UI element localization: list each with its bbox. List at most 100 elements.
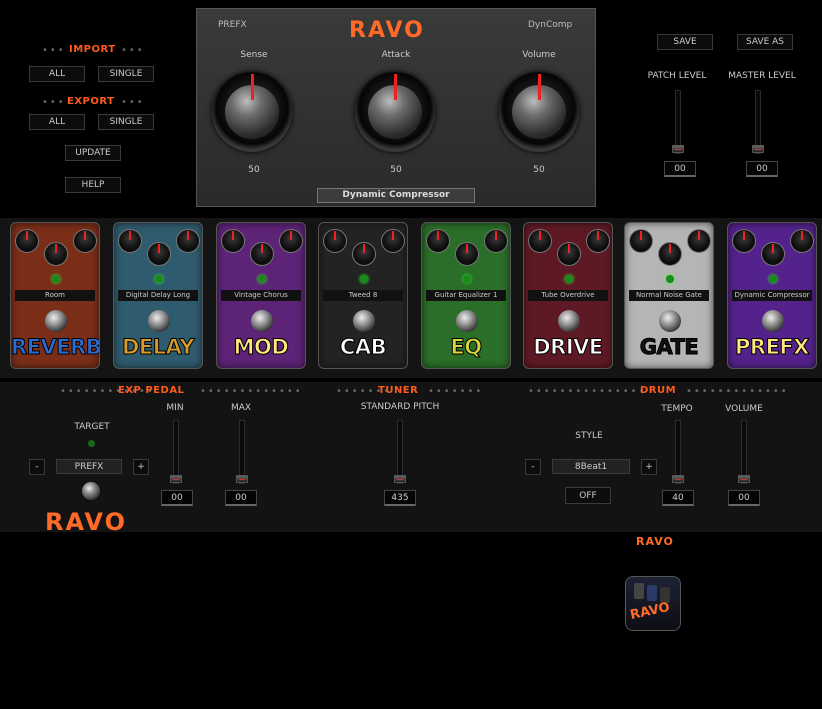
export-single-button[interactable]: SINGLE	[98, 114, 154, 130]
min-slider[interactable]	[170, 420, 182, 484]
style-next-button[interactable]: +	[641, 459, 657, 475]
max-thumb[interactable]	[236, 475, 248, 483]
pedal-footswitch-icon[interactable]	[762, 310, 784, 332]
target-next-button[interactable]: +	[133, 459, 149, 475]
drum-volume-slider[interactable]	[738, 420, 750, 484]
export-label: EXPORT	[67, 96, 115, 107]
pedal-preset-name: Vintage Chorus	[221, 290, 301, 301]
pedal-footswitch-icon[interactable]	[148, 310, 170, 332]
pedal-knob-left[interactable]	[732, 229, 756, 253]
tempo-value[interactable]: 40	[662, 490, 694, 506]
tempo-thumb[interactable]	[672, 475, 684, 483]
master-level-slider[interactable]	[752, 90, 764, 154]
export-dots-right: •••	[121, 97, 145, 108]
max-label: MAX	[230, 403, 252, 413]
volume-label: VOLUME	[725, 404, 763, 414]
pedal-cab[interactable]: Tweed 8 CAB	[318, 222, 408, 369]
pedal-gate[interactable]: Normal Noise Gate GATE	[624, 222, 714, 369]
pedal-prefx[interactable]: Dynamic Compressor PREFX	[727, 222, 817, 369]
import-dots-left: •••	[42, 45, 66, 56]
pitch-slider[interactable]	[394, 420, 406, 484]
target-select[interactable]: PREFX	[56, 459, 122, 474]
pedal-knob-right[interactable]	[586, 229, 610, 253]
pedal-knob-left[interactable]	[426, 229, 450, 253]
min-thumb[interactable]	[170, 475, 182, 483]
pedal-knob-center[interactable]	[44, 242, 68, 266]
pedal-knob-right[interactable]	[484, 229, 508, 253]
patch-level-value[interactable]: 00	[664, 161, 696, 177]
patch-level-thumb[interactable]	[672, 145, 684, 153]
app-icon[interactable]: RAVO	[625, 576, 681, 631]
tempo-slider[interactable]	[672, 420, 684, 484]
volume-knob[interactable]	[499, 72, 579, 152]
pedal-title: EQ	[450, 335, 483, 360]
attack-knob[interactable]	[355, 72, 435, 152]
pitch-value[interactable]: 435	[384, 490, 416, 506]
app-icon-pedal-2	[647, 585, 657, 601]
pedal-knob-center[interactable]	[250, 242, 274, 266]
patch-level-slider[interactable]	[672, 90, 684, 154]
import-single-button[interactable]: SINGLE	[98, 66, 154, 82]
pedal-knob-right[interactable]	[73, 229, 97, 253]
max-value[interactable]: 00	[225, 490, 257, 506]
pedal-knob-left[interactable]	[323, 229, 347, 253]
pedal-knob-left[interactable]	[15, 229, 39, 253]
master-level-thumb[interactable]	[752, 145, 764, 153]
pedal-footswitch-icon[interactable]	[353, 310, 375, 332]
export-all-button[interactable]: ALL	[29, 114, 85, 130]
pedal-knob-right[interactable]	[279, 229, 303, 253]
drum-off-button[interactable]: OFF	[565, 487, 611, 504]
pedal-footswitch-icon[interactable]	[558, 310, 580, 332]
pedal-title: PREFX	[735, 335, 810, 360]
pedal-reverb[interactable]: Room REVERB	[10, 222, 100, 369]
export-dots-left: •••	[42, 97, 66, 108]
knob-sense-label: Sense	[240, 50, 268, 60]
target-prev-button[interactable]: -	[29, 459, 45, 475]
drum-volume-value[interactable]: 00	[728, 490, 760, 506]
master-level-value[interactable]: 00	[746, 161, 778, 177]
drum-volume-thumb[interactable]	[738, 475, 750, 483]
pedal-knob-center[interactable]	[761, 242, 785, 266]
target-led	[88, 440, 95, 447]
pedal-knob-right[interactable]	[687, 229, 711, 253]
pedal-drive[interactable]: Tube Overdrive DRIVE	[523, 222, 613, 369]
pedal-eq[interactable]: Guitar Equalizer 1 EQ	[421, 222, 511, 369]
style-prev-button[interactable]: -	[525, 459, 541, 475]
pitch-thumb[interactable]	[394, 475, 406, 483]
footer-ravo-label: RAVO	[636, 535, 674, 548]
patch-level-label: PATCH LEVEL	[647, 71, 707, 81]
pedal-knob-left[interactable]	[221, 229, 245, 253]
pedal-knob-center[interactable]	[658, 242, 682, 266]
min-value[interactable]: 00	[161, 490, 193, 506]
drum-dots-left: •••••••••••••••	[528, 386, 647, 397]
exp-footswitch-icon[interactable]	[82, 482, 100, 500]
import-all-button[interactable]: ALL	[29, 66, 85, 82]
pedal-knob-center[interactable]	[455, 242, 479, 266]
max-slider[interactable]	[236, 420, 248, 484]
pedal-knob-center[interactable]	[557, 242, 581, 266]
pedal-footswitch-icon[interactable]	[456, 310, 478, 332]
pedal-knob-center[interactable]	[147, 242, 171, 266]
pedal-mod[interactable]: Vintage Chorus MOD	[216, 222, 306, 369]
pedal-footswitch-icon[interactable]	[251, 310, 273, 332]
save-as-button[interactable]: SAVE AS	[737, 34, 793, 50]
pedal-led	[565, 275, 573, 283]
pedal-knob-right[interactable]	[381, 229, 405, 253]
knob-attack-label: Attack	[381, 50, 411, 60]
sense-knob[interactable]	[212, 72, 292, 152]
pedal-footswitch-icon[interactable]	[45, 310, 67, 332]
pedal-footswitch-icon[interactable]	[659, 310, 681, 332]
pedal-knob-left[interactable]	[118, 229, 142, 253]
pedal-led	[463, 275, 471, 283]
help-button[interactable]: HELP	[65, 177, 121, 193]
style-select[interactable]: 8Beat1	[552, 459, 630, 474]
pedal-knob-right[interactable]	[790, 229, 814, 253]
pedal-knob-right[interactable]	[176, 229, 200, 253]
pedal-delay[interactable]: Digital Delay Long DELAY	[113, 222, 203, 369]
update-button[interactable]: UPDATE	[65, 145, 121, 161]
pedal-led	[360, 275, 368, 283]
pedal-knob-center[interactable]	[352, 242, 376, 266]
pedal-knob-left[interactable]	[528, 229, 552, 253]
save-button[interactable]: SAVE	[657, 34, 713, 50]
pedal-knob-left[interactable]	[629, 229, 653, 253]
